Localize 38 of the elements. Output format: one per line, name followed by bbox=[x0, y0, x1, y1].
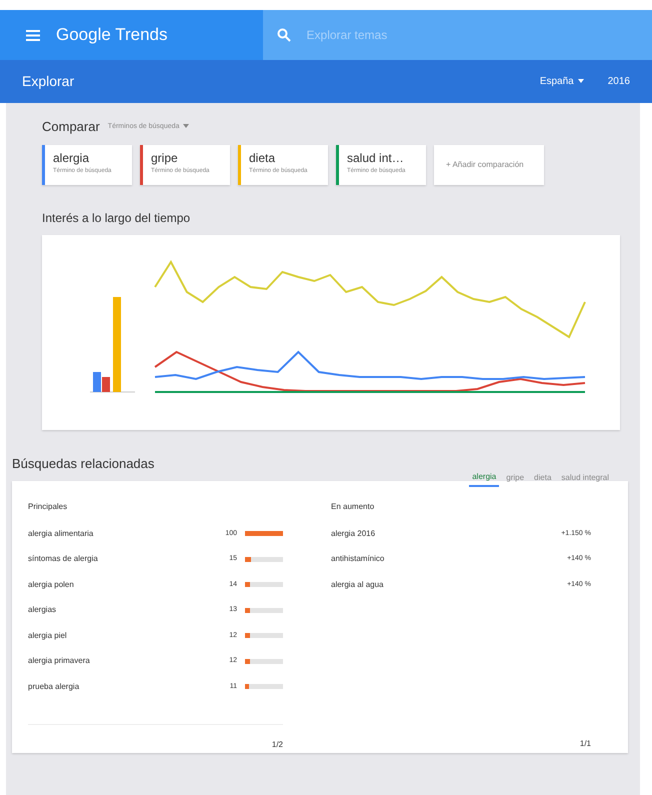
query-link[interactable]: alergia polen bbox=[28, 578, 74, 591]
query-link[interactable]: alergia primavera bbox=[28, 655, 90, 668]
value-bar bbox=[245, 658, 283, 664]
term-name: alergia bbox=[53, 150, 90, 166]
query-link[interactable]: antihistamínico bbox=[331, 553, 384, 566]
region-dropdown[interactable]: España bbox=[540, 74, 584, 89]
related-tab[interactable]: alergia bbox=[469, 469, 500, 487]
query-link[interactable]: alergia alimentaria bbox=[28, 528, 94, 540]
caret-icon bbox=[578, 79, 584, 84]
value-bar bbox=[245, 531, 283, 536]
query-link[interactable]: alergia al agua bbox=[331, 578, 384, 591]
query-link[interactable]: alergias bbox=[28, 604, 56, 616]
column-heading: En aumento bbox=[331, 501, 376, 513]
section-title: Búsquedas relacionadas bbox=[12, 454, 156, 473]
term-name: dieta bbox=[249, 150, 276, 166]
add-comparison-button[interactable]: + Añadir comparación bbox=[434, 144, 544, 184]
term-name: salud int… bbox=[347, 150, 405, 166]
query-link[interactable]: alergia 2016 bbox=[331, 528, 376, 540]
column-heading: Principales bbox=[28, 501, 68, 513]
term-name: gripe bbox=[151, 150, 179, 166]
query-link[interactable]: síntomas de alergia bbox=[28, 553, 98, 566]
query-link[interactable]: alergia piel bbox=[28, 630, 67, 642]
search-field[interactable]: Explorar temas bbox=[304, 25, 464, 45]
query-link[interactable]: prueba alergia bbox=[28, 680, 80, 693]
value-bar bbox=[245, 582, 283, 588]
search-icon bbox=[276, 28, 291, 42]
compare-label: Comparar bbox=[42, 118, 100, 136]
menu-icon[interactable] bbox=[26, 30, 40, 40]
page-title: Explorar bbox=[22, 72, 74, 91]
section-title: Interés a lo largo del tiempo bbox=[42, 210, 192, 226]
value-bar bbox=[245, 608, 283, 613]
pager[interactable]: 1/2 bbox=[28, 724, 283, 750]
value-bar bbox=[245, 556, 283, 562]
period-dropdown[interactable]: 2016 bbox=[608, 74, 630, 89]
pager[interactable]: 1/1 bbox=[331, 724, 591, 750]
value-bar bbox=[245, 633, 283, 638]
value-bar bbox=[245, 684, 283, 690]
caret-icon bbox=[183, 124, 190, 128]
